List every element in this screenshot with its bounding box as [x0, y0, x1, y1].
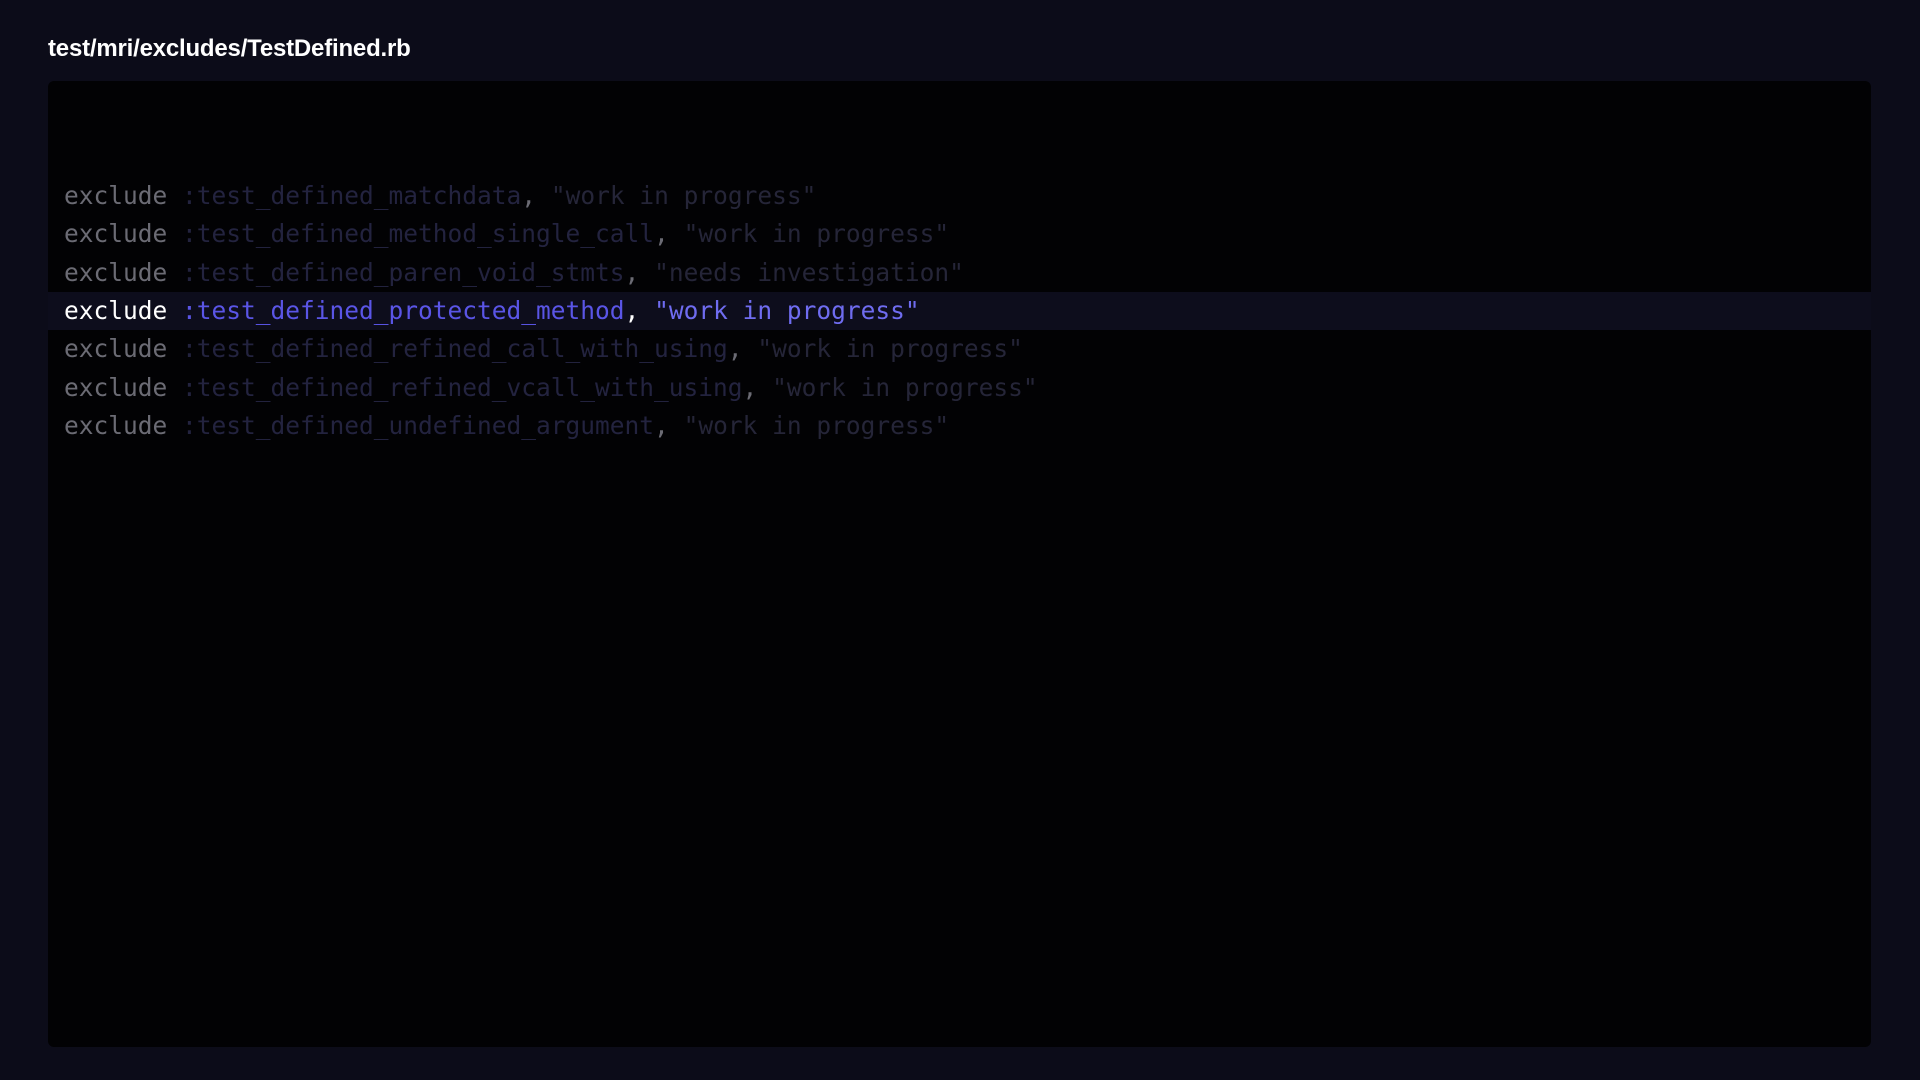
separator-token: , — [742, 372, 758, 402]
code-line[interactable]: exclude :test_defined_refined_call_with_… — [48, 330, 1871, 368]
symbol-token: :test_defined_method_single_call — [182, 219, 655, 249]
string-token: "work in progress" — [550, 181, 817, 210]
separator-token: , — [727, 334, 743, 364]
string-token: "work in progress" — [683, 219, 950, 249]
string-token: "work in progress" — [757, 334, 1023, 364]
string-token: "work in progress" — [683, 410, 950, 440]
keyword-token: exclude — [64, 372, 168, 402]
symbol-token: :test_defined_protected_method — [182, 295, 625, 325]
code-line[interactable]: exclude :test_defined_undefined_argument… — [48, 407, 1871, 445]
keyword-token: exclude — [64, 410, 168, 440]
keyword-token: exclude — [64, 295, 168, 325]
separator-token: , — [654, 410, 669, 440]
file-path-title: test/mri/excludes/TestDefined.rb — [48, 35, 411, 62]
symbol-token: :test_defined_undefined_argument — [182, 410, 655, 440]
symbol-token: :test_defined_matchdata — [182, 181, 522, 210]
separator-token: , — [624, 295, 640, 325]
symbol-token: :test_defined_paren_void_stmts — [182, 257, 625, 287]
separator-token: , — [521, 181, 537, 210]
code-line-active[interactable]: exclude :test_defined_protected_method, … — [48, 291, 1871, 331]
string-token: "needs investigation" — [654, 257, 964, 287]
string-token: "work in progress" — [772, 372, 1038, 402]
code-panel: exclude :test_defined_matchdata, "work i… — [48, 81, 1871, 1047]
code-line[interactable]: exclude :test_defined_paren_void_stmts, … — [48, 254, 1871, 292]
keyword-token: exclude — [64, 257, 168, 287]
keyword-token: exclude — [64, 219, 168, 249]
code-line[interactable]: exclude :test_defined_method_single_call… — [48, 215, 1871, 253]
keyword-token: exclude — [64, 181, 168, 210]
code-line[interactable]: exclude :test_defined_refined_vcall_with… — [48, 369, 1871, 407]
keyword-token: exclude — [64, 334, 168, 364]
symbol-token: :test_defined_refined_vcall_with_using — [182, 372, 743, 402]
code-line[interactable]: exclude :test_defined_matchdata, "work i… — [48, 177, 1871, 215]
separator-token: , — [624, 257, 640, 287]
symbol-token: :test_defined_refined_call_with_using — [182, 334, 728, 364]
separator-token: , — [654, 219, 669, 249]
string-token: "work in progress" — [654, 295, 920, 325]
